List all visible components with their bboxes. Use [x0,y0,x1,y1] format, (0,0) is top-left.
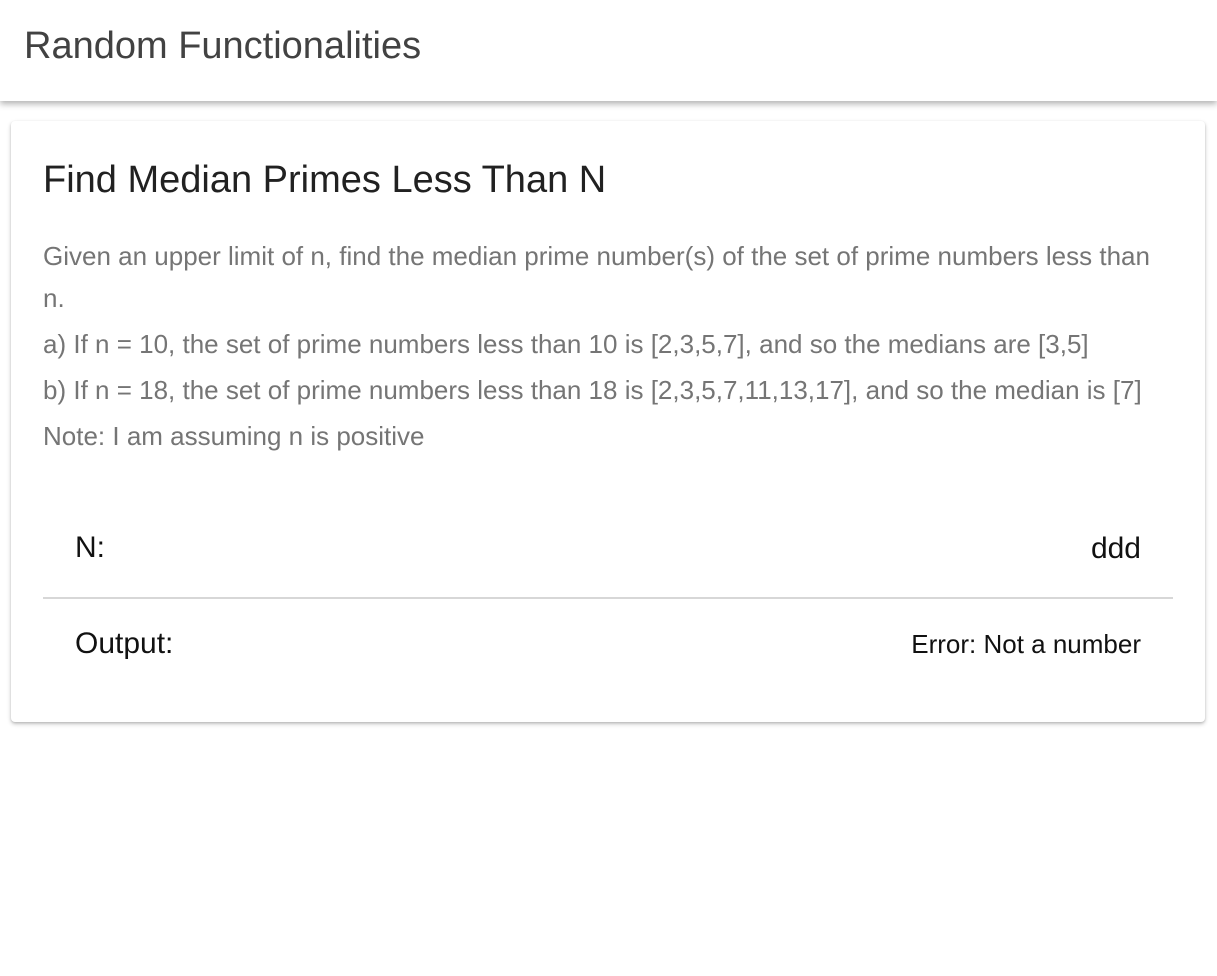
description-note: Note: I am assuming n is positive [43,421,425,451]
median-primes-card: Find Median Primes Less Than N Given an … [11,121,1205,722]
n-label: N: [75,531,105,564]
output-label: Output: [75,627,174,660]
description-example-b: b) If n = 18, the set of prime numbers l… [43,375,1142,405]
description-line: Given an upper limit of n, find the medi… [43,241,1150,313]
card-title: Find Median Primes Less Than N [43,159,607,201]
n-input[interactable] [661,529,1141,569]
output-value: Error: Not a number [911,629,1141,659]
n-input-row: N: [43,519,1173,599]
app-title: Random Functionalities [24,25,422,67]
output-row: Output: Error: Not a number [43,615,1173,675]
card-description: Given an upper limit of n, find the medi… [43,235,1178,461]
app-bar: Random Functionalities [0,0,1217,101]
description-example-a: a) If n = 10, the set of prime numbers l… [43,329,1089,359]
